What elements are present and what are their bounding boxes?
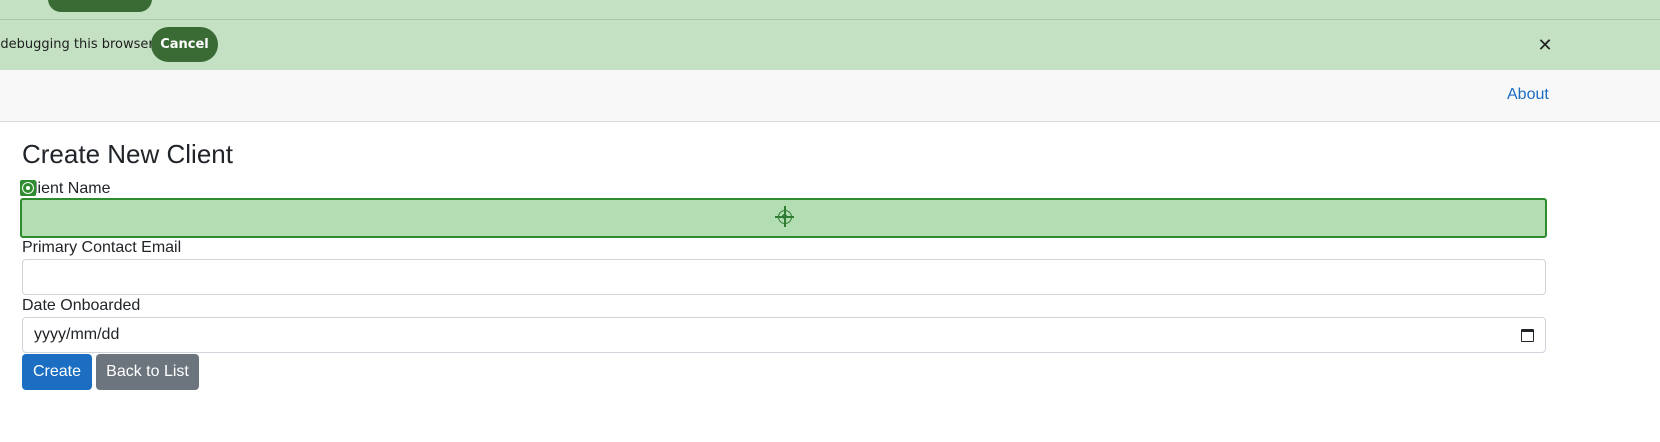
client-name-label: lient Name <box>34 180 111 197</box>
focus-badge-icon <box>20 180 36 196</box>
debugging-infobar: d debugging this browser Cancel ✕ <box>0 20 1660 70</box>
email-input[interactable] <box>22 259 1546 295</box>
email-label: Primary Contact Email <box>22 239 182 256</box>
nav-link-about[interactable]: About <box>1507 86 1549 104</box>
close-icon[interactable]: ✕ <box>1534 33 1556 57</box>
page-title: Create New Client <box>22 139 233 169</box>
target-icon <box>775 210 794 224</box>
back-to-list-button[interactable]: Back to List <box>96 354 199 390</box>
date-onboarded-label: Date Onboarded <box>22 297 141 314</box>
cancel-button[interactable]: Cancel <box>151 27 218 62</box>
create-button[interactable]: Create <box>22 354 92 390</box>
date-placeholder: yyyy/mm/dd <box>34 326 120 343</box>
partial-button[interactable] <box>48 0 152 12</box>
previous-infobar-strip <box>0 0 1660 20</box>
date-onboarded-input[interactable]: yyyy/mm/dd <box>22 317 1546 353</box>
navbar: About <box>0 70 1660 122</box>
calendar-icon[interactable] <box>1521 328 1534 342</box>
infobar-message: d debugging this browser <box>0 37 154 52</box>
